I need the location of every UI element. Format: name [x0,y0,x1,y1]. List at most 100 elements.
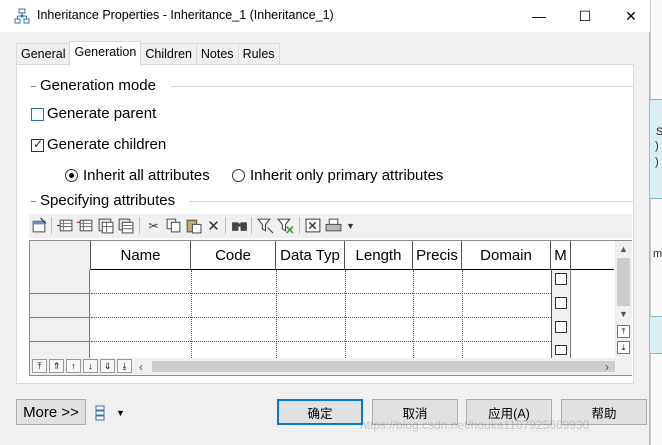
generate-children-label: Generate children [47,136,167,153]
column-header-name[interactable]: Name [91,241,191,270]
background-text: S [656,126,662,138]
filter-clear-icon[interactable] [277,217,294,234]
column-header-length[interactable]: Length [345,241,413,270]
copy-rows-icon[interactable] [117,217,134,234]
background-text: ) [655,156,659,168]
inherit-primary-radio[interactable] [232,169,245,182]
column-header-domain[interactable]: Domain [462,241,551,270]
generation-mode-heading: Generation mode [40,77,156,94]
move-down-icon[interactable]: ↓ [83,359,98,373]
copy-icon[interactable] [165,217,182,234]
add-row-icon[interactable] [57,217,74,234]
grid-corner [30,241,91,270]
cut-icon[interactable]: ✂ [145,217,162,234]
object-menu-button[interactable]: ▼ [94,404,128,422]
dropdown-icon[interactable]: ▼ [342,217,359,234]
tab-general[interactable]: General [16,43,71,65]
scroll-down-icon[interactable]: ▼ [615,306,632,322]
scroll-top-icon[interactable]: ⤒ [617,325,630,338]
delete-icon[interactable]: ✕ [205,217,222,235]
tab-children[interactable]: Children [140,43,197,65]
mandatory-checkbox[interactable] [555,297,567,309]
scroll-left-icon[interactable]: ‹ [134,358,148,375]
row-header[interactable] [30,270,90,294]
minimize-button[interactable]: — [516,0,562,32]
move-top-icon[interactable]: ⤒ [32,359,47,373]
inheritance-properties-dialog: Inheritance Properties - Inheritance_1 (… [0,0,650,445]
scroll-up-icon[interactable]: ▲ [615,241,632,257]
group-dash [31,201,36,202]
group-divider [171,86,633,87]
toolbar-separator [299,217,300,234]
check-icon: ✓ [33,137,44,151]
column-header-data-type[interactable]: Data Typ [276,241,345,270]
toolbar-separator [225,217,226,234]
more-button[interactable]: More >> [16,399,86,425]
window-title: Inheritance Properties - Inheritance_1 (… [37,8,334,22]
scroll-right-icon[interactable]: › [600,358,614,375]
inheritance-icon [14,8,30,24]
mandatory-checkbox[interactable] [555,345,567,355]
mandatory-checkbox[interactable] [555,321,567,333]
attributes-grid: Name Code Data Typ Length Precis Domain … [29,240,632,376]
row-divider [91,317,551,318]
move-up-icon[interactable]: ↑ [66,359,81,373]
print-icon[interactable] [325,217,342,234]
background-text: mb [653,248,662,260]
tab-generation[interactable]: Generation [69,41,142,66]
column-divider [191,270,192,358]
scroll-bottom-icon[interactable]: ⤓ [617,341,630,354]
column-header-mandatory[interactable]: M [551,241,571,270]
toolbar-separator [51,217,52,234]
ok-button[interactable]: 确定 [277,399,363,425]
row-header[interactable] [30,342,90,358]
grid-header: Name Code Data Typ Length Precis Domain … [30,241,614,270]
group-divider [189,201,633,202]
column-divider [462,270,463,358]
inherit-all-radio[interactable] [65,169,78,182]
tab-rules[interactable]: Rules [237,43,280,65]
watermark: https://blog.csdn.net/houka1107925669930 [360,418,590,432]
inherit-all-label: Inherit all attributes [83,167,210,184]
grid-navigation-bar: ⤒ ⇑ ↑ ↓ ⇓ ⤓ ‹ › [30,358,632,375]
close-button[interactable]: ✕ [608,0,654,32]
toolbar-separator [251,217,252,234]
model-icon [95,405,105,421]
insert-row-icon[interactable] [77,217,94,234]
tab-notes[interactable]: Notes [195,43,239,65]
generate-children-checkbox[interactable]: ✓ [31,137,44,152]
column-header-code[interactable]: Code [191,241,276,270]
mandatory-checkbox[interactable] [555,273,567,285]
row-header[interactable] [30,318,90,342]
background-panel [650,316,662,354]
scroll-thumb[interactable] [617,258,630,306]
move-bottom-icon[interactable]: ⤓ [117,359,132,373]
specifying-attributes-heading: Specifying attributes [40,192,176,209]
dropdown-arrow-icon: ▼ [116,408,125,418]
attributes-toolbar: ✂ ✕ ▼ [29,214,632,238]
row-divider [91,293,551,294]
column-divider [276,270,277,358]
inherit-primary-label: Inherit only primary attributes [250,167,444,184]
add-rows-icon[interactable] [97,217,114,234]
column-divider [413,270,414,358]
move-page-down-icon[interactable]: ⇓ [100,359,115,373]
row-divider [91,341,551,342]
filter-icon[interactable] [257,217,274,234]
generate-parent-checkbox[interactable] [31,108,44,121]
group-dash [31,86,36,87]
paste-icon[interactable] [185,217,202,234]
column-header-precision[interactable]: Precis [413,241,462,270]
mandatory-column [551,270,571,358]
toolbar-separator [139,217,140,234]
vertical-scrollbar[interactable]: ▲ ▼ ⤒ ⤓ [615,241,632,358]
row-header[interactable] [30,294,90,318]
maximize-button[interactable]: ☐ [562,0,608,32]
background-window-edge [650,0,662,445]
horizontal-scroll-thumb[interactable] [152,361,615,372]
find-icon[interactable] [231,217,248,234]
export-excel-icon[interactable] [305,217,322,234]
generate-parent-label: Generate parent [47,105,157,122]
properties-icon[interactable] [31,217,48,234]
move-page-up-icon[interactable]: ⇑ [49,359,64,373]
